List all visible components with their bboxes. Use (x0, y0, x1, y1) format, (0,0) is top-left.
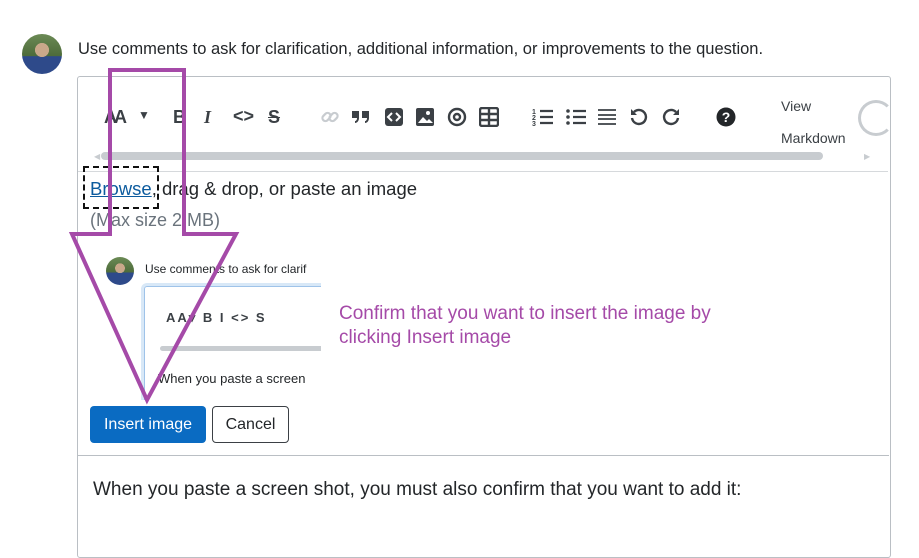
strikethrough-button[interactable]: S (268, 107, 280, 128)
cancel-button[interactable]: Cancel (212, 406, 289, 443)
svg-text:3: 3 (532, 121, 536, 127)
max-size-note: (Max size 2 MB) (90, 210, 221, 230)
heading-button[interactable]: AA (104, 107, 127, 128)
scroll-right-icon[interactable]: ▶ (864, 152, 870, 161)
comment-prompt: Use comments to ask for clarification, a… (78, 40, 764, 58)
view-markdown-toggle[interactable]: View Markdown (781, 90, 861, 154)
browse-highlight (83, 166, 159, 209)
code-block-icon[interactable] (384, 107, 404, 127)
callout-line-2: clicking Insert image (339, 327, 512, 348)
annotation-callout: Confirm that you want to insert the imag… (339, 302, 711, 350)
svg-text:?: ? (722, 109, 731, 125)
preview-scrollbar (160, 346, 321, 351)
redo-icon[interactable] (661, 107, 681, 127)
heading-dropdown-icon[interactable]: ▼ (138, 108, 150, 122)
upload-instruction: , drag & drop, or paste an image (151, 178, 418, 199)
preview-body-text: When you paste a screen (158, 371, 306, 386)
preview-toolbar: AA▾ B I <> S (166, 310, 267, 325)
view-label: View (781, 98, 812, 114)
pasted-image-preview: Use comments to ask for clarif AA▾ B I <… (100, 250, 321, 400)
toggle-switch-icon[interactable] (858, 100, 894, 136)
blockquote-icon[interactable] (350, 107, 372, 127)
undo-icon[interactable] (629, 107, 649, 127)
markdown-label: Markdown (781, 130, 846, 146)
preview-avatar (106, 257, 134, 285)
code-button[interactable]: <> (233, 106, 254, 127)
user-avatar[interactable] (22, 34, 62, 74)
unordered-list-icon[interactable] (565, 107, 587, 127)
italic-button[interactable]: I (204, 107, 211, 128)
table-icon[interactable] (479, 107, 499, 127)
scroll-left-icon[interactable]: ◀ (94, 152, 100, 161)
callout-line-1: Confirm that you want to insert the imag… (339, 303, 711, 324)
link-icon[interactable] (320, 107, 340, 127)
snippet-icon[interactable] (446, 107, 468, 127)
help-icon[interactable]: ? (716, 107, 736, 127)
ordered-list-icon[interactable]: 123 (532, 107, 554, 127)
preview-prompt-text: Use comments to ask for clarif (145, 262, 307, 276)
scroll-thumb[interactable] (101, 152, 823, 160)
editor-divider (78, 455, 889, 456)
bold-button[interactable]: B (173, 107, 186, 128)
editor-body-text: When you paste a screen shot, you must a… (93, 479, 742, 500)
insert-image-button[interactable]: Insert image (90, 406, 206, 443)
horizontal-rule-icon[interactable] (597, 107, 617, 127)
image-icon[interactable] (415, 107, 435, 127)
